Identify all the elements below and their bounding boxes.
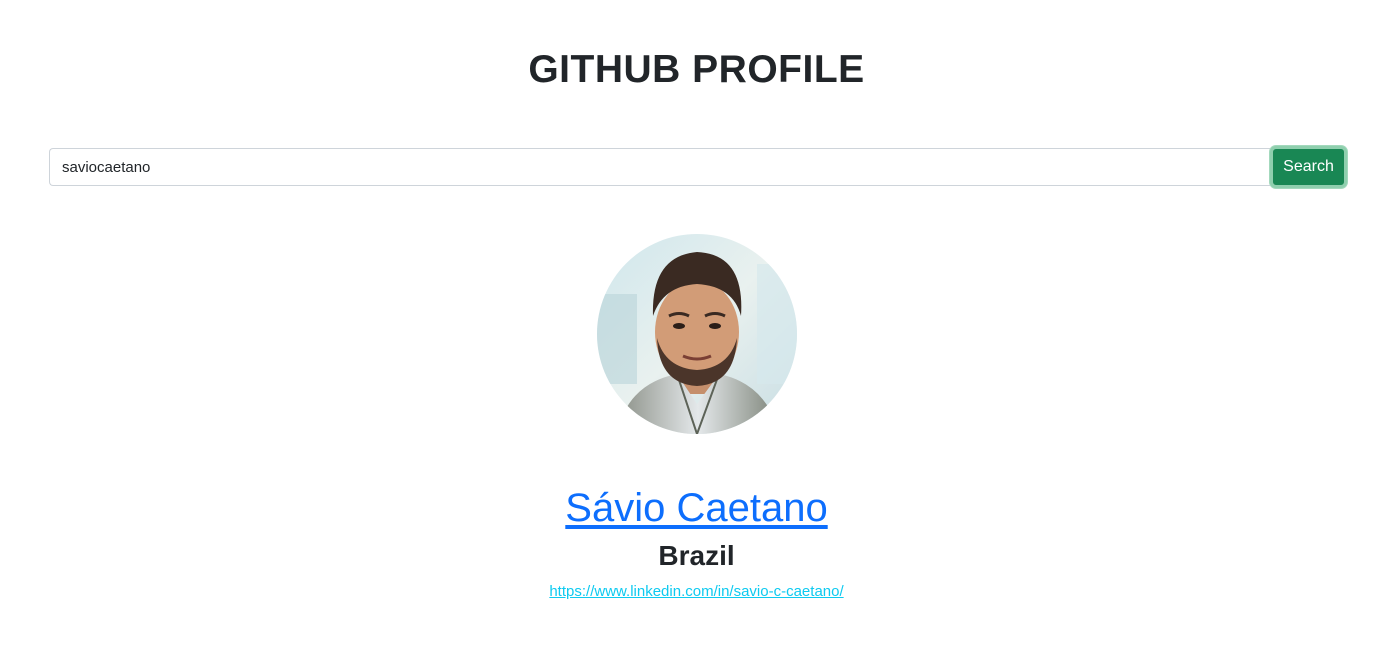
profile-name-link[interactable]: Sávio Caetano — [565, 486, 827, 530]
profile-blog: https://www.linkedin.com/in/savio-c-caet… — [0, 582, 1393, 602]
avatar-photo-icon — [597, 234, 797, 434]
profile-location: Brazil — [658, 540, 735, 571]
page: GITHUB PROFILE Search — [0, 0, 1393, 651]
search-button[interactable]: Search — [1270, 146, 1347, 188]
profile-blog-link[interactable]: https://www.linkedin.com/in/savio-c-caet… — [549, 583, 843, 600]
search-bar: Search — [49, 146, 1347, 188]
search-input[interactable] — [49, 148, 1270, 186]
profile-name: Sávio Caetano — [0, 482, 1393, 534]
page-title: GITHUB PROFILE — [528, 48, 865, 91]
avatar — [597, 234, 797, 434]
